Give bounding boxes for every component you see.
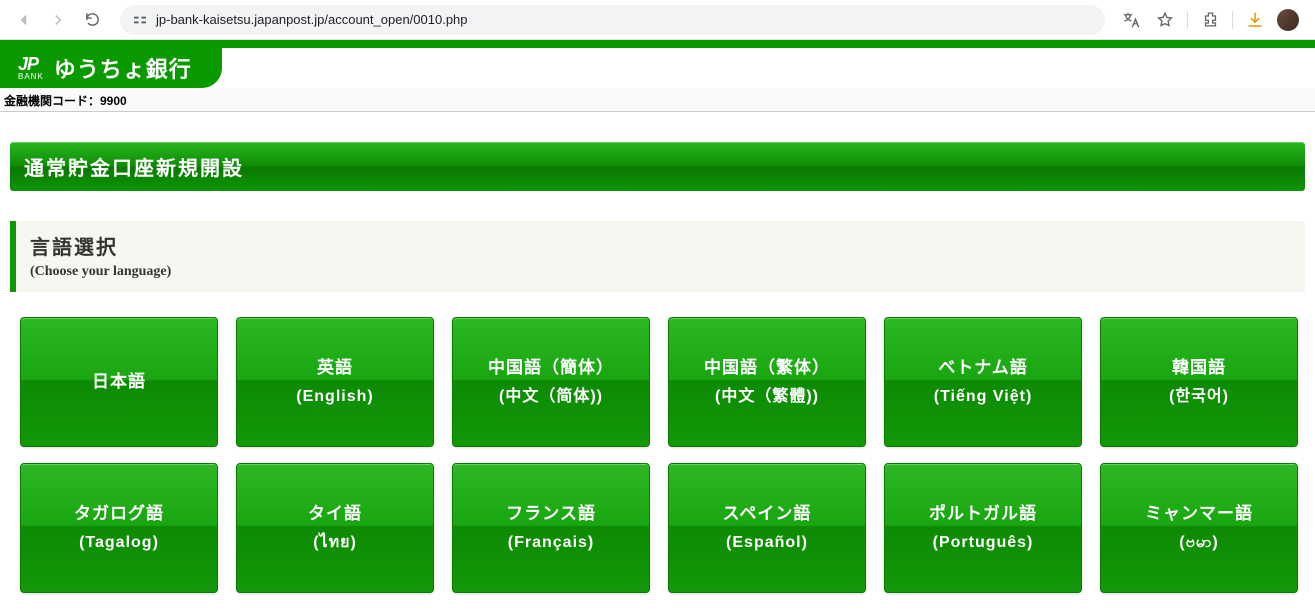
- language-button-korean[interactable]: 韓国語 (한국어): [1100, 317, 1298, 447]
- lang-jp: ミャンマー語: [1145, 500, 1253, 529]
- bank-logo[interactable]: JP BANK ゆうちょ銀行: [0, 48, 222, 88]
- lang-jp: ポルトガル語: [929, 500, 1037, 529]
- logo-bank-text: BANK: [18, 73, 44, 81]
- language-button-english[interactable]: 英語 (English): [236, 317, 434, 447]
- language-button-french[interactable]: フランス語 (Français): [452, 463, 650, 593]
- language-button-vietnamese[interactable]: ベトナム語 (Tiếng Việt): [884, 317, 1082, 447]
- accent-bar: [0, 40, 1315, 48]
- language-button-spanish[interactable]: スペイン語 (Español): [668, 463, 866, 593]
- browser-toolbar: jp-bank-kaisetsu.japanpost.jp/account_op…: [0, 0, 1315, 40]
- url-bar[interactable]: jp-bank-kaisetsu.japanpost.jp/account_op…: [120, 5, 1105, 35]
- section-language: 言語選択 (Choose your language): [10, 221, 1305, 292]
- language-button-chinese-traditional[interactable]: 中国語（繁体） (中文（繁體)): [668, 317, 866, 447]
- lang-jp: スペイン語: [723, 500, 812, 529]
- forward-button[interactable]: [44, 6, 72, 34]
- lang-jp: 韓国語: [1172, 354, 1226, 383]
- extensions-icon[interactable]: [1198, 8, 1222, 32]
- section-subtitle: (Choose your language): [30, 264, 1291, 280]
- lang-native: (Español): [726, 529, 808, 556]
- language-button-tagalog[interactable]: タガログ語 (Tagalog): [20, 463, 218, 593]
- page-title: 通常貯金口座新規開設: [10, 142, 1305, 191]
- lang-native: (Português): [933, 529, 1034, 556]
- lang-jp: タイ語: [308, 500, 362, 529]
- lang-native: (中文（简体)): [499, 383, 603, 410]
- bank-name: ゆうちょ銀行: [54, 52, 192, 84]
- lang-jp: 中国語（簡体）: [488, 354, 614, 383]
- language-button-chinese-simplified[interactable]: 中国語（簡体） (中文（简体)): [452, 317, 650, 447]
- translate-icon[interactable]: [1119, 8, 1143, 32]
- logo-mark-icon: JP BANK: [18, 55, 44, 81]
- lang-jp: 中国語（繁体）: [704, 354, 830, 383]
- language-button-myanmar[interactable]: ミャンマー語 (ဗမာ): [1100, 463, 1298, 593]
- lang-native: (English): [296, 383, 373, 410]
- bank-header: JP BANK ゆうちょ銀行: [0, 48, 1315, 88]
- url-text: jp-bank-kaisetsu.japanpost.jp/account_op…: [156, 12, 468, 27]
- lang-native: (中文（繁體)): [715, 383, 819, 410]
- toolbar-separator: [1187, 11, 1188, 29]
- lang-jp: 英語: [317, 354, 353, 383]
- bookmark-star-icon[interactable]: [1153, 8, 1177, 32]
- lang-jp: ベトナム語: [938, 354, 1028, 383]
- language-button-portuguese[interactable]: ポルトガル語 (Português): [884, 463, 1082, 593]
- lang-native: (ဗမာ): [1179, 529, 1219, 556]
- download-icon[interactable]: [1243, 8, 1267, 32]
- lang-native: (Tagalog): [79, 529, 159, 556]
- lang-jp: フランス語: [506, 500, 596, 529]
- back-button[interactable]: [10, 6, 38, 34]
- lang-jp: 日本語: [92, 368, 146, 397]
- language-button-japanese[interactable]: 日本語: [20, 317, 218, 447]
- page-content: 通常貯金口座新規開設 言語選択 (Choose your language) 日…: [0, 142, 1315, 613]
- site-settings-icon[interactable]: [132, 12, 148, 28]
- language-grid: 日本語 英語 (English) 中国語（簡体） (中文（简体)) 中国語（繁体…: [20, 317, 1305, 593]
- section-title: 言語選択: [30, 231, 1291, 260]
- language-button-thai[interactable]: タイ語 (ไทย): [236, 463, 434, 593]
- profile-avatar[interactable]: [1277, 9, 1299, 31]
- lang-native: (Français): [508, 529, 594, 556]
- toolbar-separator: [1232, 11, 1233, 29]
- lang-native: (한국어): [1169, 383, 1229, 410]
- lang-jp: タガログ語: [74, 500, 164, 529]
- logo-jp-text: JP: [18, 55, 44, 73]
- reload-button[interactable]: [78, 6, 106, 34]
- institution-code: 金融機関コード：9900: [0, 88, 1315, 112]
- lang-native: (ไทย): [313, 529, 357, 556]
- lang-native: (Tiếng Việt): [934, 383, 1033, 410]
